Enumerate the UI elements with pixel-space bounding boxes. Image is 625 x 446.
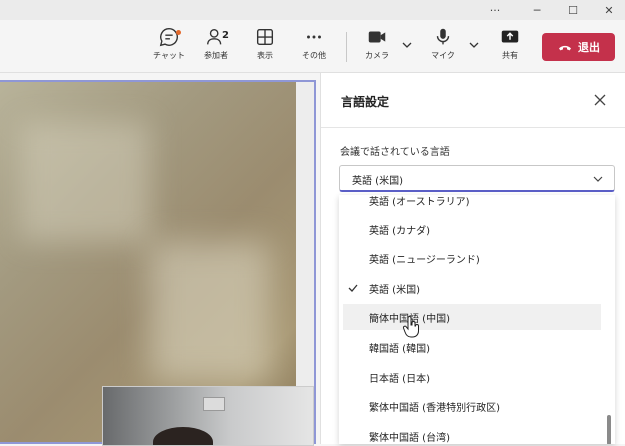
grid-icon [256,28,274,46]
share-label: 共有 [502,51,518,60]
main-video-tile[interactable] [0,80,316,446]
language-option[interactable]: 英語 (ニュージーランド) [339,245,601,271]
share-screen-icon [501,30,519,43]
self-view-wall-object [203,397,225,411]
leave-label: 退出 [578,41,600,54]
language-option[interactable]: 英語 (カナダ) [339,216,601,242]
maximize-button[interactable]: ☐ [556,0,590,20]
selected-language: 英語 (米国) [352,176,403,187]
participants-button[interactable]: 2 参加者 [194,26,238,70]
panel-title: 言語設定 [341,95,390,109]
panel-header: 言語設定 [321,73,625,128]
language-option-hovered[interactable]: 簡体中国語 (中国) [343,304,601,330]
chat-label: チャット [153,51,185,60]
language-option[interactable]: 繁体中国語 (香港特別行政区) [339,393,601,419]
ellipsis-icon [307,35,321,39]
mic-label: マイク [431,51,455,60]
language-option[interactable]: 繁体中国語 (台湾) [339,423,601,444]
camera-options-chevron-icon[interactable] [400,38,414,52]
language-settings-panel: 言語設定 会議で話されている言語 英語 (米国) 英語 (オーストラリア) 英語… [320,73,625,444]
view-button[interactable]: 表示 [243,26,287,70]
mic-button[interactable]: マイク [421,26,465,70]
close-window-button[interactable]: ✕ [592,0,625,20]
more-label: その他 [302,51,326,60]
more-options-icon[interactable]: ··· [478,0,512,20]
language-option[interactable]: 日本語 (日本) [339,364,601,390]
spoken-language-dropdown[interactable]: 英語 (米国) [339,165,615,192]
more-button[interactable]: その他 [292,26,336,70]
chevron-down-icon [593,176,603,182]
participant-count: 2 [222,30,229,41]
minimize-button[interactable]: ─ [520,0,554,20]
chat-button[interactable]: チャット [147,26,191,70]
language-option-checked[interactable]: 英語 (米国) [339,275,601,301]
hand-cursor-icon [403,316,419,338]
meeting-toolbar: チャット 2 参加者 表示 その他 カメラ マイク 共有 退出 [0,20,625,73]
video-blur-area [20,122,150,242]
close-icon[interactable] [593,93,607,107]
share-button[interactable]: 共有 [488,26,532,70]
spoken-language-label: 会議で話されている言語 [340,147,450,158]
microphone-icon [436,28,450,45]
hang-up-icon [559,45,571,51]
checkmark-icon [348,284,358,292]
camera-button[interactable]: カメラ [355,26,399,70]
video-blur-area [150,242,270,382]
notification-dot [176,30,181,35]
camera-label: カメラ [365,51,389,60]
language-option[interactable]: 韓国語 (韓国) [339,334,601,360]
view-label: 表示 [257,51,273,60]
title-bar: ··· ─ ☐ ✕ [0,0,625,20]
self-view-video[interactable] [102,386,314,446]
leave-button[interactable]: 退出 [542,33,615,61]
language-options-list[interactable]: 英語 (オーストラリア) 英語 (カナダ) 英語 (ニュージーランド) 英語 (… [339,195,615,444]
participants-label: 参加者 [204,51,228,60]
language-option[interactable]: 英語 (オーストラリア) [339,195,601,213]
list-scrollbar[interactable] [607,415,611,444]
toolbar-divider [346,32,347,62]
mic-options-chevron-icon[interactable] [467,38,481,52]
camera-icon [368,31,386,43]
